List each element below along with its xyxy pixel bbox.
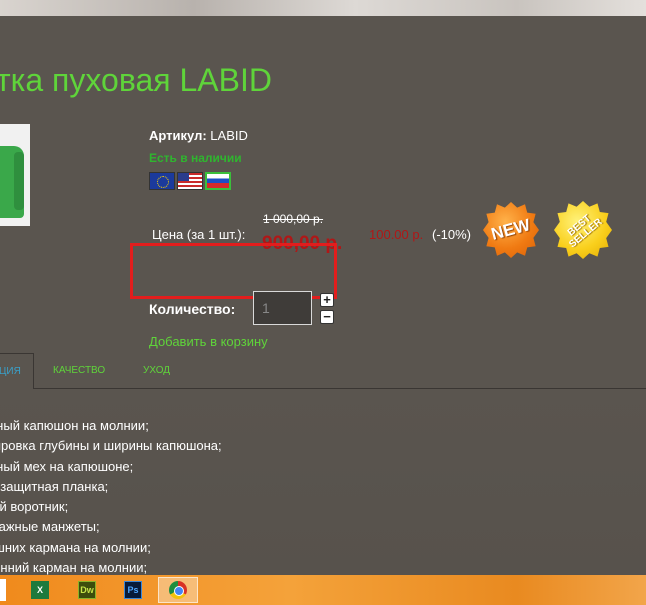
ru-flag-icon[interactable] (205, 172, 231, 190)
us-flag-icon[interactable] (177, 172, 203, 190)
new-badge-text: NEW (489, 215, 533, 244)
tab-quality[interactable]: КАЧЕСТВО (53, 353, 105, 389)
alt-price: 100.00 р. (369, 227, 424, 242)
taskbar-excel-button[interactable]: X (20, 577, 60, 603)
dreamweaver-icon: Dw (78, 581, 96, 599)
discount-label: (-10%) (432, 227, 472, 242)
jacket-sleeve-image (14, 152, 24, 210)
sku-label: Артикул: (149, 128, 207, 143)
tab-description[interactable]: ЦИЯ (0, 353, 34, 389)
product-title: тка пуховая LABID (0, 62, 272, 98)
taskbar-photoshop-button[interactable]: Ps (113, 577, 153, 603)
excel-icon: X (31, 581, 49, 599)
feature-item: улировка глубины и ширины капюшона; (0, 438, 222, 454)
feature-item: трозащитная планка; (0, 478, 109, 494)
quantity-decrease-button[interactable]: − (320, 310, 334, 324)
tab-care[interactable]: УХОД (143, 353, 170, 389)
windows-taskbar: X Dw Ps (0, 575, 646, 605)
sku-value: LABID (210, 128, 248, 143)
currency-flags (149, 172, 231, 190)
eu-flag-icon[interactable] (149, 172, 175, 190)
taskbar-edge (0, 579, 6, 601)
product-thumbnail[interactable] (0, 124, 30, 226)
add-to-cart-link[interactable]: Добавить в корзину (149, 334, 268, 349)
price-label: Цена (за 1 шт.): (152, 227, 246, 242)
chrome-icon (169, 581, 187, 599)
quantity-increase-button[interactable]: + (320, 293, 334, 307)
feature-item: нешних кармана на молнии; (0, 539, 151, 555)
old-price: 1 000,00 р. (263, 212, 324, 226)
photoshop-icon: Ps (124, 581, 142, 599)
browser-background-strip (0, 0, 646, 16)
taskbar-dreamweaver-button[interactable]: Dw (67, 577, 107, 603)
feature-item: емный капюшон на молнии; (0, 418, 149, 433)
feature-item: котажные манжеты; (0, 519, 100, 535)
quantity-input[interactable] (253, 291, 312, 325)
feature-item: емный мех на капюшоне; (0, 458, 134, 474)
stock-status: Есть в наличии (149, 151, 242, 165)
taskbar-chrome-button[interactable] (158, 577, 198, 603)
feature-item: ский воротник; (0, 499, 69, 515)
quantity-label: Количество: (149, 301, 236, 317)
sku-line: Артикул: LABID (149, 128, 248, 143)
feature-list: емный капюшон на молнии; улировка глубин… (0, 416, 222, 578)
